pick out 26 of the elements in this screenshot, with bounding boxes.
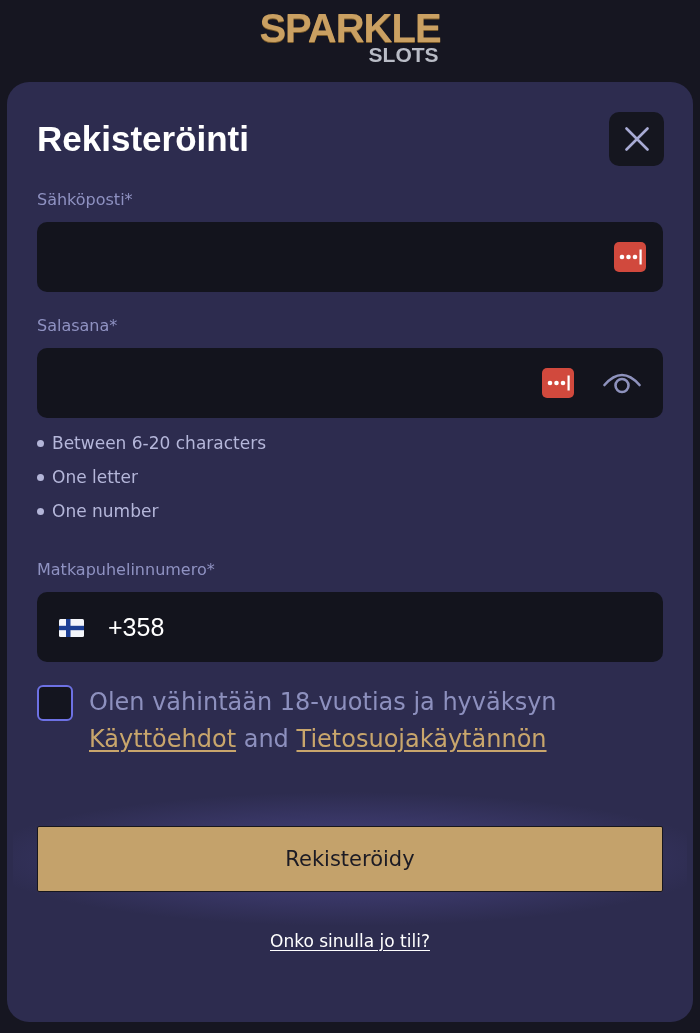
password-rule: One number (52, 501, 159, 521)
dots-cursor-icon[interactable] (614, 242, 646, 272)
dialog-title: Rekisteröinti (37, 118, 249, 160)
consent-checkbox[interactable] (37, 685, 73, 721)
text-link[interactable]: Tietosuojakäytännön (296, 725, 547, 753)
logo-title: SPARKLE (259, 10, 441, 46)
logo-subtitle: SLOTS (368, 46, 439, 64)
bullet-icon (37, 473, 44, 481)
text-link[interactable]: Käyttöehdot (89, 725, 237, 753)
bullet-icon (37, 439, 44, 447)
password-field[interactable] (37, 348, 663, 418)
close-icon (624, 127, 649, 151)
phone-field[interactable]: +358 (37, 592, 663, 662)
password-rule: Between 6-20 characters (52, 433, 267, 453)
consent-text: Olen vähintään 18-vuotias ja hyväksyn Käyttöehdot and Tietosuojakäytännön (89, 687, 558, 755)
flag-icon (59, 619, 84, 637)
dots-cursor-icon[interactable] (542, 368, 574, 398)
password-rule: One letter (52, 467, 138, 487)
email-field[interactable] (37, 222, 663, 292)
bullet-icon (37, 507, 44, 515)
login-link[interactable]: Onko sinulla jo tili? (270, 929, 430, 953)
field-label: Salasana* (37, 316, 118, 336)
close-button[interactable] (609, 112, 664, 166)
field-label: Matkapuhelinnumero* (37, 560, 215, 580)
field-label: Sähköposti* (37, 190, 133, 210)
register-button[interactable]: Rekisteröidy (37, 826, 663, 892)
